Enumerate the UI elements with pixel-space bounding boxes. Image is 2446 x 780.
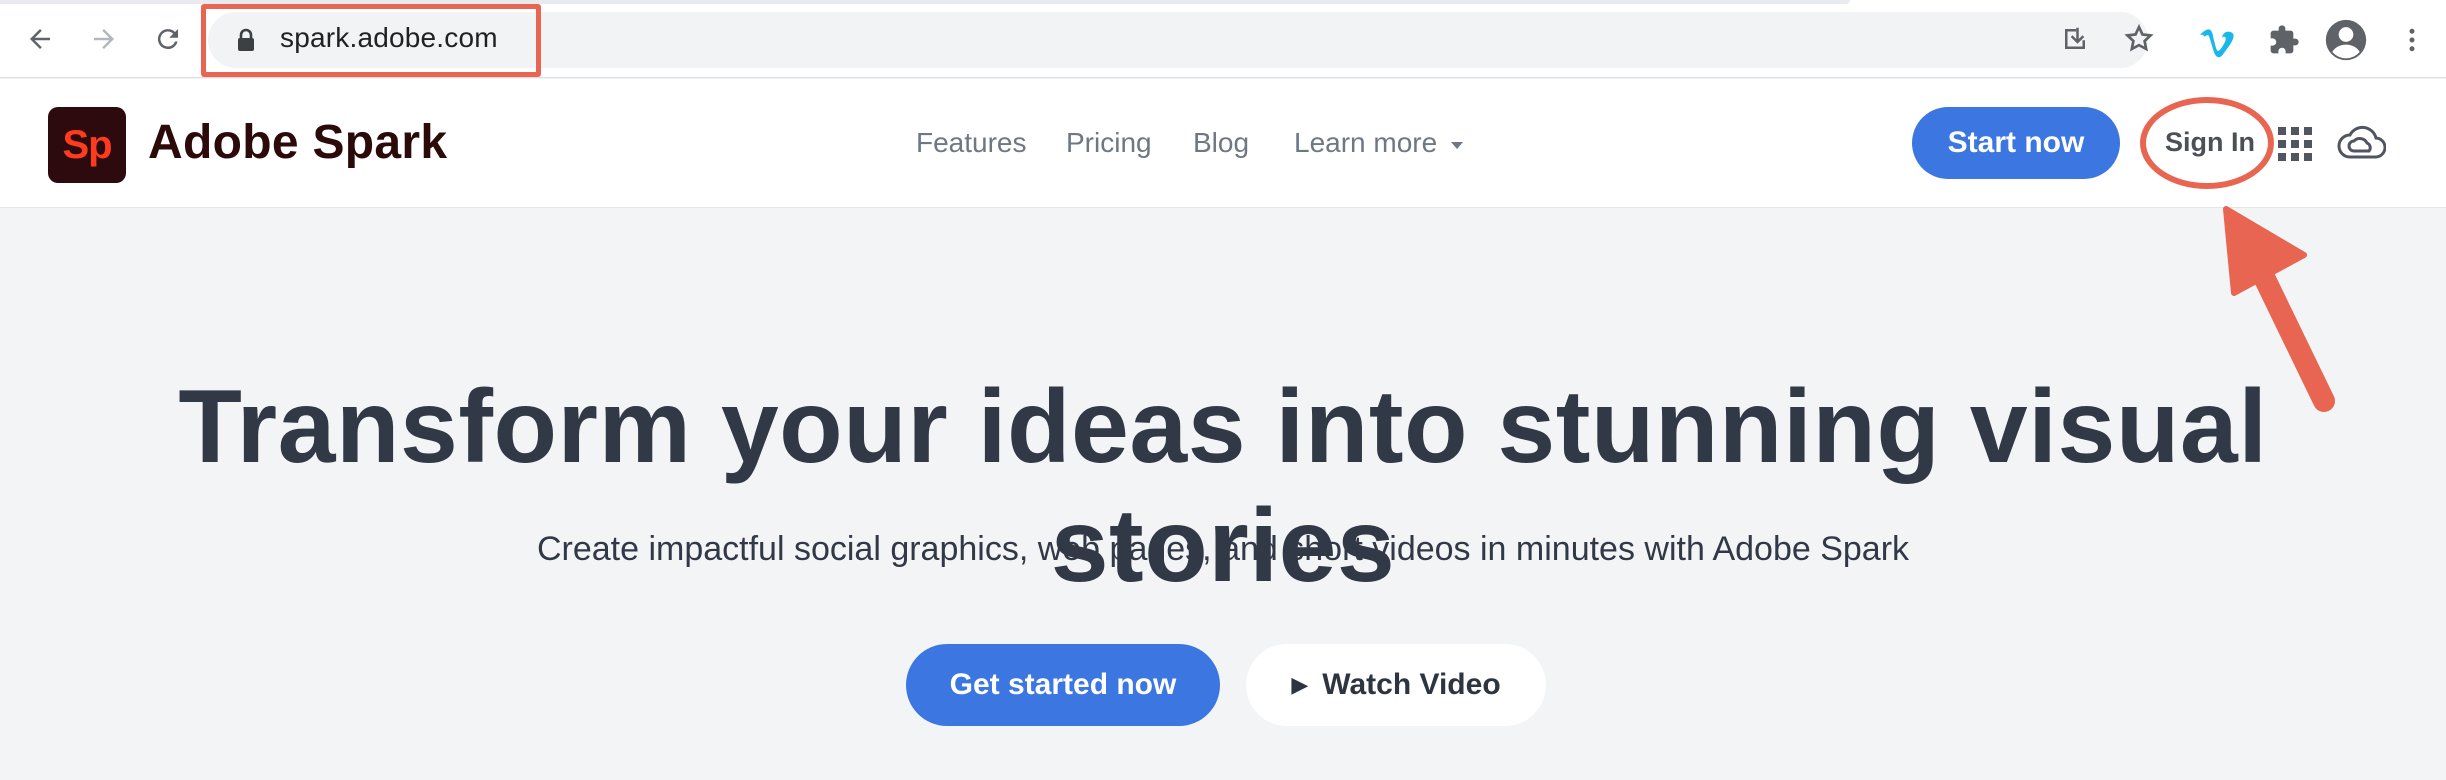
install-icon: [2065, 27, 2085, 49]
start-now-button[interactable]: Start now: [1912, 107, 2120, 179]
forward-button[interactable]: [84, 19, 124, 59]
url-annotation-box: [201, 4, 541, 77]
adobe-spark-logo[interactable]: Sp: [48, 107, 126, 183]
apps-grid-button[interactable]: [2278, 127, 2312, 161]
bookmark-button[interactable]: [2120, 20, 2158, 58]
nav-blog[interactable]: Blog: [1193, 127, 1249, 159]
menu-icon: [2409, 28, 2415, 52]
nav-pricing[interactable]: Pricing: [1066, 127, 1152, 159]
get-started-button[interactable]: Get started now: [906, 644, 1220, 726]
vimeo-extension[interactable]: [2196, 18, 2240, 62]
hero-subtitle: Create impactful social graphics, web pa…: [536, 530, 1910, 568]
forward-icon: [94, 29, 114, 49]
nav-features[interactable]: Features: [916, 127, 1027, 159]
back-button[interactable]: [20, 19, 60, 59]
apps-grid-icon: [2278, 127, 2312, 161]
back-icon: [30, 29, 50, 49]
browser-toolbar: spark.adobe.com: [0, 0, 2446, 78]
install-app-button[interactable]: [2056, 20, 2094, 58]
star-icon: [2124, 23, 2154, 52]
profile-button[interactable]: [2324, 18, 2368, 62]
brand-name[interactable]: Adobe Spark: [148, 115, 447, 170]
sign-in-annotation-circle: [2140, 97, 2274, 189]
extensions-button[interactable]: [2262, 18, 2306, 62]
reload-button[interactable]: [148, 19, 188, 59]
nav-learn-more-label: Learn more: [1294, 127, 1438, 158]
watch-video-label: Watch Video: [1322, 668, 1501, 701]
extensions-icon: [2270, 25, 2299, 54]
nav-learn-more[interactable]: Learn more: [1294, 127, 1465, 159]
reload-icon: [157, 29, 178, 50]
vimeo-icon: [2200, 29, 2234, 58]
logo-text: Sp: [62, 122, 112, 167]
profile-icon: [2325, 19, 2367, 61]
creative-cloud-button[interactable]: [2336, 123, 2387, 168]
play-icon: ▶: [1291, 672, 1309, 697]
site-header: Sp Adobe Spark Features Pricing Blog Lea…: [0, 79, 2446, 208]
creative-cloud-icon: [2337, 125, 2387, 159]
watch-video-button[interactable]: ▶ Watch Video: [1246, 644, 1546, 726]
hero-title: Transform your ideas into stunning visua…: [178, 369, 2268, 604]
browser-menu-button[interactable]: [2390, 18, 2434, 62]
caret-down-icon: [1450, 141, 1463, 149]
